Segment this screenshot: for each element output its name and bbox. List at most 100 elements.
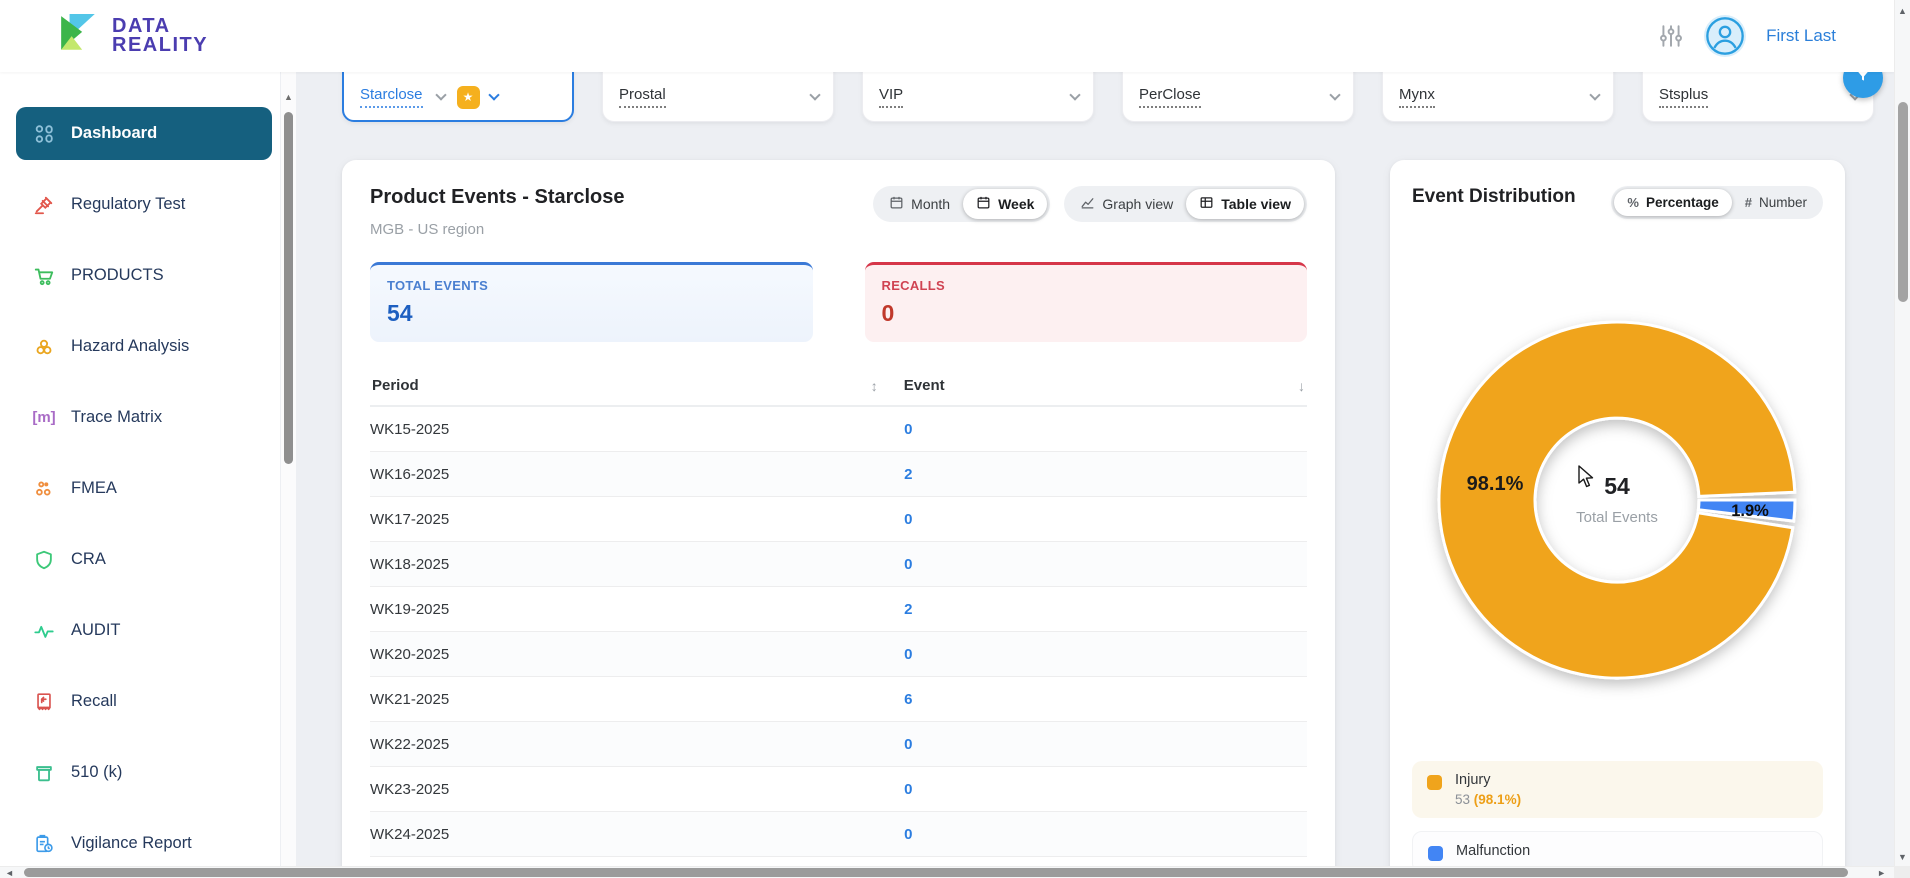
- shield-icon: [32, 548, 56, 572]
- graph-view-button[interactable]: Graph view: [1067, 189, 1186, 219]
- funnel-icon: [1855, 72, 1871, 89]
- hash-icon: #: [1744, 195, 1752, 210]
- events-table: Period ↕ Event ↓ WK15-2025 0 WK16-2025 2…: [370, 368, 1307, 857]
- user-name[interactable]: First Last: [1766, 26, 1836, 46]
- table-row: WK16-2025 2: [370, 452, 1307, 497]
- month-toggle-button[interactable]: Month: [876, 189, 963, 219]
- percent-icon: %: [1627, 195, 1639, 210]
- event-count-link[interactable]: 2: [904, 466, 912, 483]
- table-icon: [1199, 195, 1214, 213]
- chevron-down-icon: [809, 89, 821, 101]
- injury-swatch-icon: [1427, 775, 1442, 790]
- event-count-link[interactable]: 0: [904, 781, 912, 798]
- scroll-up-icon[interactable]: ▲: [1895, 6, 1910, 16]
- event-distribution-panel: Event Distribution % Percentage # Number: [1390, 160, 1845, 866]
- horizontal-scrollbar-thumb[interactable]: [24, 868, 1848, 877]
- filter-dropdown-starclose[interactable]: Starclose ★: [342, 72, 574, 122]
- settings-sliders-icon[interactable]: [1658, 23, 1684, 49]
- sidebar-item-cra[interactable]: CRA: [16, 533, 272, 586]
- table-row: WK19-2025 2: [370, 587, 1307, 632]
- events-table-header: Period ↕ Event ↓: [370, 368, 1307, 407]
- vertical-scrollbar-thumb[interactable]: [1898, 102, 1908, 302]
- table-row: WK23-2025 0: [370, 767, 1307, 812]
- time-range-toggle: Month Week: [873, 186, 1051, 222]
- event-count-link[interactable]: 6: [904, 691, 912, 708]
- filter-dropdown-prostal[interactable]: Prostal: [602, 72, 834, 122]
- brand-logo[interactable]: DATA REALITY: [58, 13, 208, 60]
- table-row: WK22-2025 0: [370, 722, 1307, 767]
- event-count-link[interactable]: 0: [904, 736, 912, 753]
- sort-both-icon[interactable]: ↕: [871, 378, 878, 394]
- favorite-star-button[interactable]: ★: [456, 85, 480, 109]
- table-row: WK20-2025 0: [370, 632, 1307, 677]
- cart-icon: [32, 264, 56, 288]
- page-horizontal-scrollbar: ◄ ►: [0, 866, 1894, 878]
- event-count-link[interactable]: 0: [904, 826, 912, 843]
- sidebar-item-hazard-analysis[interactable]: Hazard Analysis: [16, 320, 272, 373]
- sidebar-item-fmea[interactable]: FMEA: [16, 462, 272, 515]
- receipt-icon: [32, 690, 56, 714]
- view-mode-toggle: Graph view Table view: [1064, 186, 1307, 222]
- event-count-link[interactable]: 0: [904, 646, 912, 663]
- sidebar-item-products[interactable]: PRODUCTS: [16, 249, 272, 302]
- filter-dropdown-perclose[interactable]: PerClose: [1122, 72, 1354, 122]
- table-row: WK17-2025 0: [370, 497, 1307, 542]
- calendar-icon: [889, 195, 904, 213]
- percentage-toggle-button[interactable]: % Percentage: [1614, 189, 1732, 216]
- panel-subtitle: MGB - US region: [370, 221, 485, 238]
- week-toggle-button[interactable]: Week: [963, 189, 1048, 219]
- dashboard-icon: [32, 122, 56, 146]
- malfunction-pct-label: 1.9%: [1731, 502, 1769, 520]
- filter-dropdown-stsplus[interactable]: Stsplus: [1642, 72, 1874, 122]
- gavel-icon: [32, 193, 56, 217]
- sidebar-item-regulatory-test[interactable]: Regulatory Test: [16, 178, 272, 231]
- clipboard-clock-icon: [32, 832, 56, 856]
- sidebar-item-recall[interactable]: Recall: [16, 675, 272, 728]
- product-events-panel: Product Events - Starclose MGB - US regi…: [342, 160, 1335, 866]
- filter-dropdown-vip[interactable]: VIP: [862, 72, 1094, 122]
- chevron-down-icon: [1329, 89, 1341, 101]
- sidebar-item-dashboard[interactable]: Dashboard: [16, 107, 272, 160]
- app-header: DATA REALITY First Last: [0, 0, 1894, 72]
- biohazard-icon: [32, 335, 56, 359]
- sidebar-scrollbar-thumb[interactable]: [284, 112, 293, 464]
- sidebar-item-audit[interactable]: AUDIT: [16, 604, 272, 657]
- chevron-down-icon: [487, 89, 500, 101]
- sidebar-scroll-up-icon[interactable]: ▲: [281, 92, 296, 102]
- sidebar-item-trace-matrix[interactable]: [m] Trace Matrix: [16, 391, 272, 444]
- distribution-title: Event Distribution: [1412, 186, 1576, 207]
- content-area: Starclose ★ Prostal VIP PerClose Mynx St…: [297, 72, 1894, 866]
- sidebar-item-vigilance-report[interactable]: Vigilance Report: [16, 817, 272, 870]
- legend-item-injury[interactable]: Injury 53 (98.1%): [1412, 761, 1823, 818]
- legend-item-malfunction[interactable]: Malfunction: [1412, 831, 1823, 866]
- user-avatar[interactable]: [1704, 15, 1747, 57]
- event-count-link[interactable]: 0: [904, 556, 912, 573]
- table-row: WK18-2025 0: [370, 542, 1307, 587]
- page-vertical-scrollbar: ▲ ▼: [1894, 0, 1910, 878]
- scroll-right-icon[interactable]: ►: [1877, 867, 1886, 878]
- filter-dropdown-mynx[interactable]: Mynx: [1382, 72, 1614, 122]
- sort-desc-icon[interactable]: ↓: [1298, 378, 1305, 394]
- matrix-icon: [m]: [32, 409, 56, 426]
- recalls-stat-card[interactable]: RECALLS 0: [864, 262, 1307, 342]
- total-events-value: 54: [387, 300, 413, 326]
- sidebar-item-510k[interactable]: 510 (k): [16, 746, 272, 799]
- scroll-down-icon[interactable]: ▼: [1895, 852, 1910, 862]
- pulse-icon: [32, 619, 56, 643]
- event-count-link[interactable]: 2: [904, 601, 912, 618]
- event-count-link[interactable]: 0: [904, 511, 912, 528]
- recalls-value: 0: [881, 300, 895, 326]
- scroll-left-icon[interactable]: ◄: [5, 867, 14, 878]
- table-view-button[interactable]: Table view: [1186, 189, 1304, 219]
- total-events-stat-card[interactable]: TOTAL EVENTS 54: [370, 262, 813, 342]
- table-row: WK24-2025 0: [370, 812, 1307, 857]
- number-toggle-button[interactable]: # Number: [1732, 189, 1820, 216]
- brand-logo-icon: [58, 13, 100, 60]
- distribution-legend: Injury 53 (98.1%) Malfunction: [1412, 761, 1823, 866]
- graph-icon: [1080, 195, 1095, 213]
- chevron-down-icon: [1589, 89, 1601, 101]
- injury-pct-label: 98.1%: [1467, 473, 1524, 495]
- nodes-icon: [32, 477, 56, 501]
- sidebar-scrollbar: ▲: [281, 72, 296, 866]
- event-count-link[interactable]: 0: [904, 421, 912, 438]
